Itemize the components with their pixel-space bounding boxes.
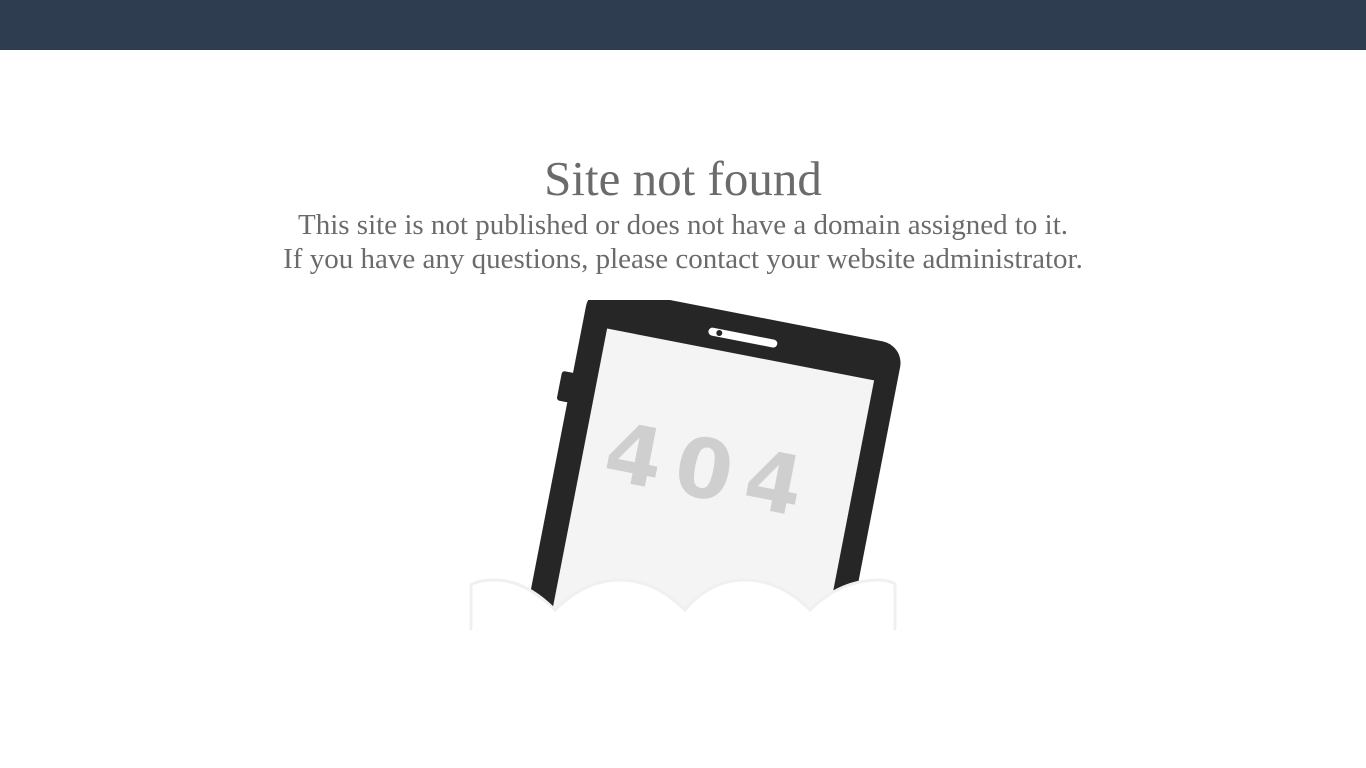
tablet-404-icon: 404 <box>460 300 910 650</box>
